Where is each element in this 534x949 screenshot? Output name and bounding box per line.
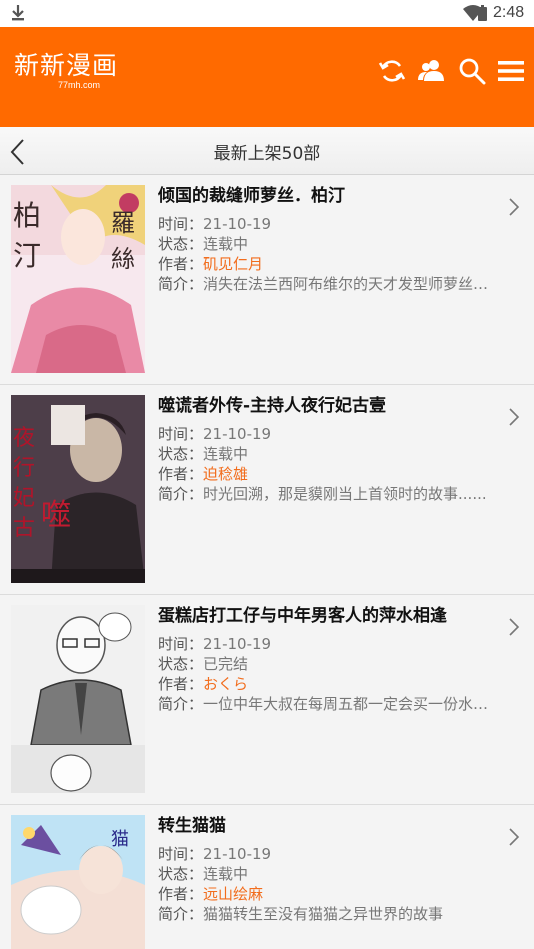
status-bar: 2:48 <box>0 0 534 27</box>
app-header: 新新漫画 77mh.com <box>0 27 534 127</box>
comic-title: 转生猫猫 <box>158 816 226 836</box>
svg-text:汀: 汀 <box>13 239 41 272</box>
comic-status: 已完结 <box>203 655 249 673</box>
comic-cover <box>11 605 145 793</box>
logo-text: 新新漫画 <box>14 51 119 80</box>
svg-text:噬: 噬 <box>41 498 71 533</box>
page-title: 最新上架50部 <box>213 144 321 164</box>
svg-text:古: 古 <box>13 516 35 541</box>
user-icon[interactable] <box>417 57 445 85</box>
refresh-icon[interactable] <box>378 57 406 85</box>
status-label: 状态： <box>158 235 204 253</box>
comic-author[interactable]: 迫稔雄 <box>203 465 248 483</box>
date-label: 时间： <box>158 845 204 863</box>
svg-text:羅: 羅 <box>111 209 135 237</box>
list-item[interactable]: 柏 汀 羅 絲 倾国的裁缝师萝丝．柏汀 时间：21-10-19 状态：连载中 作… <box>0 175 534 385</box>
author-label: 作者： <box>158 675 204 693</box>
date-label: 时间： <box>158 425 204 443</box>
author-label: 作者： <box>158 255 204 273</box>
comic-summary: 时光回溯，那是貘刚当上首领时的故事...... <box>203 485 487 503</box>
comic-summary: 一位中年大叔在每周五都一定会买一份水果挞的故事 <box>203 695 503 713</box>
author-label: 作者： <box>158 465 204 483</box>
svg-text:妃: 妃 <box>13 486 35 511</box>
comic-date: 21-10-19 <box>203 425 272 443</box>
comic-cover: 夜 行 妃 古 噬 <box>11 395 145 583</box>
list-item[interactable]: 夜 行 妃 古 噬 噬谎者外传-主持人夜行妃古壹 时间：21-10-19 状态：… <box>0 385 534 595</box>
chevron-right-icon <box>509 618 520 636</box>
summary-label: 简介： <box>158 905 204 923</box>
comic-author[interactable]: おくら <box>203 675 248 693</box>
svg-text:柏: 柏 <box>13 199 41 232</box>
battery-icon <box>478 5 487 21</box>
search-icon[interactable] <box>458 57 486 85</box>
chevron-right-icon <box>509 408 520 426</box>
date-label: 时间： <box>158 635 204 653</box>
comic-date: 21-10-19 <box>203 635 272 653</box>
comic-author[interactable]: 矶见仁月 <box>203 255 263 273</box>
title-bar: 最新上架50部 <box>0 127 534 175</box>
svg-text:絲: 絲 <box>111 245 135 273</box>
comic-status: 连载中 <box>203 865 249 883</box>
comic-author[interactable]: 远山绘麻 <box>203 885 263 903</box>
status-label: 状态： <box>158 865 204 883</box>
summary-label: 简介： <box>158 485 204 503</box>
app-logo[interactable]: 新新漫画 77mh.com <box>14 51 119 90</box>
comic-status: 连载中 <box>203 445 249 463</box>
author-label: 作者： <box>158 885 204 903</box>
clock: 2:48 <box>493 4 525 21</box>
summary-label: 简介： <box>158 275 204 293</box>
svg-text:猫: 猫 <box>111 829 129 850</box>
svg-text:行: 行 <box>13 456 35 481</box>
logo-domain: 77mh.com <box>58 80 101 90</box>
summary-label: 简介： <box>158 695 204 713</box>
comic-date: 21-10-19 <box>203 215 272 233</box>
chevron-right-icon <box>509 198 520 216</box>
comic-status: 连载中 <box>203 235 249 253</box>
list-item[interactable]: 猫 转生猫猫 时间：21-10-19 状态：连载中 作者：远山绘麻 简介：猫猫转… <box>0 805 534 949</box>
download-icon <box>12 5 24 21</box>
svg-text:夜: 夜 <box>13 426 35 451</box>
comic-date: 21-10-19 <box>203 845 272 863</box>
comic-summary: 消失在法兰西阿布维尔的天才发型师萝丝．柏汀，以裁缝师的身份出现在凡尔赛宫廷 <box>203 275 503 293</box>
comic-title: 蛋糕店打工仔与中年男客人的萍水相逢 <box>158 606 447 626</box>
status-label: 状态： <box>158 445 204 463</box>
status-label: 状态： <box>158 655 204 673</box>
comic-title: 噬谎者外传-主持人夜行妃古壹 <box>158 396 387 416</box>
chevron-right-icon <box>509 828 520 846</box>
comic-cover: 猫 <box>11 815 145 949</box>
comic-title: 倾国的裁缝师萝丝．柏汀 <box>158 186 345 206</box>
comic-summary: 猫猫转生至没有猫猫之异世界的故事 <box>203 905 444 923</box>
date-label: 时间： <box>158 215 204 233</box>
menu-icon[interactable] <box>497 57 525 85</box>
comic-cover: 柏 汀 羅 絲 <box>11 185 145 373</box>
list-item[interactable]: 蛋糕店打工仔与中年男客人的萍水相逢 时间：21-10-19 状态：已完结 作者：… <box>0 595 534 805</box>
